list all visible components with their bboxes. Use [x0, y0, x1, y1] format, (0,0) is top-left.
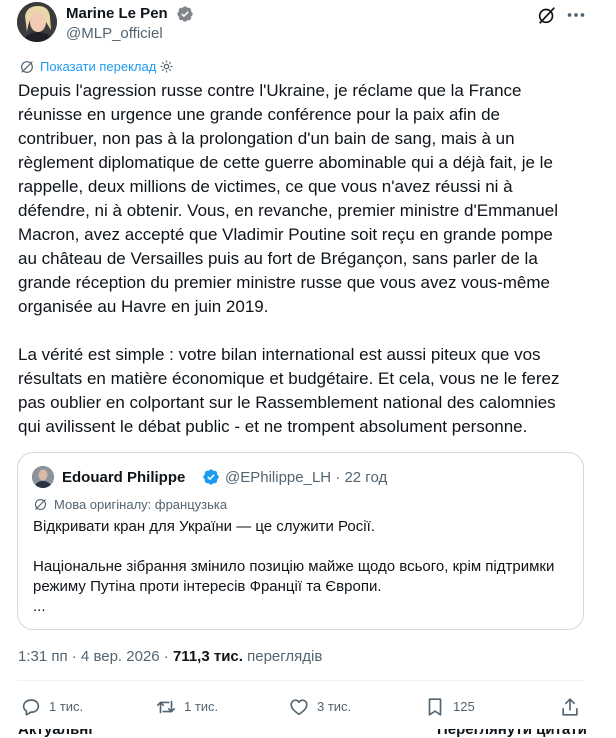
- tweet-time-date[interactable]: 1:31 пп · 4 вер. 2026 ·: [18, 648, 173, 665]
- tweet-meta: 1:31 пп · 4 вер. 2026 · 711,3 тис. перег…: [18, 648, 322, 666]
- repost-count: 1 тис.: [184, 699, 219, 714]
- globe-icon: [34, 498, 47, 511]
- author-avatar[interactable]: [17, 2, 57, 42]
- like-count: 3 тис.: [317, 699, 352, 714]
- quoted-ellipsis: ...: [33, 598, 46, 615]
- globe-icon: [21, 61, 33, 73]
- heart-icon: [290, 699, 308, 716]
- author-handle[interactable]: @MLP_officiel: [66, 25, 163, 43]
- relevant-sort-button[interactable]: Актуальні: [18, 729, 93, 738]
- tweet-line: grande réception du premier ministre rus…: [18, 273, 550, 292]
- views-label: переглядів: [242, 648, 323, 665]
- reply-count: 1 тис.: [49, 699, 84, 714]
- quoted-tweet[interactable]: Edouard Philippe @EPhilippe_LH · 22 год …: [17, 452, 584, 630]
- verified-badge-icon: [203, 469, 219, 485]
- grok-icon[interactable]: [536, 4, 558, 26]
- tweet-line: pas oublier en colportant sur le Rassemb…: [18, 393, 556, 412]
- bookmark-count: 125: [453, 699, 475, 714]
- action-bar: 1 тис. 1 тис. 3 тис. 125: [0, 694, 616, 722]
- tweet-line: défendre, ni à obtenir. Vous, en revanch…: [18, 201, 558, 220]
- tweet-line: La vérité est simple : votre bilan inter…: [18, 345, 541, 364]
- more-options-icon[interactable]: [565, 4, 587, 26]
- bookmark-icon: [428, 698, 442, 716]
- tweet-line: règlement diplomatique de cette guerre a…: [18, 153, 553, 172]
- repost-icon: [156, 700, 176, 714]
- tweet-line: qui avilissent le débat public - et ne t…: [18, 417, 528, 436]
- tweet-line: réunisse en urgence une grande conférenc…: [18, 105, 501, 124]
- show-translation-link[interactable]: Показати переклад: [40, 60, 156, 74]
- tweet-text: Depuis l'agression russe contre l'Ukrain…: [18, 79, 598, 439]
- tweet-line: contribuer, non pas à la prolongation d'…: [18, 129, 515, 148]
- divider: [17, 680, 584, 681]
- tweet-line: rappelle, deux millions de victimes, ce …: [18, 177, 513, 196]
- quoted-line: Відкривати кран для України — це служити…: [33, 518, 375, 535]
- gear-icon[interactable]: [159, 59, 174, 74]
- quoted-author-avatar: [32, 466, 54, 488]
- views-count: 711,3 тис.: [172, 648, 243, 665]
- tweet-line: Macron, avez accepté que Vladimir Poutin…: [18, 225, 553, 244]
- quoted-author-name: Edouard Philippe: [62, 469, 186, 486]
- verified-badge-icon: [177, 6, 193, 22]
- quoted-tweet-text: Відкривати кран для України — це служити…: [33, 517, 573, 617]
- tweet-line: résultats en matière économique et budgé…: [18, 369, 560, 388]
- view-quotes-link[interactable]: Переглянути цитати: [437, 729, 587, 738]
- tweet-header: Marine Le Pen @MLP_officiel: [17, 2, 607, 44]
- tweet-line: au château de Versailles puis au fort de…: [18, 249, 538, 268]
- quoted-handle-time: @EPhilippe_LH · 22 год: [225, 469, 388, 486]
- author-name[interactable]: Marine Le Pen: [66, 5, 168, 23]
- quoted-line: Національне зібрання змінило позицію май…: [33, 558, 555, 575]
- quoted-line: режиму Путіна проти інтересів Франції та…: [33, 578, 382, 595]
- tweet-line: organisée au Havre en juin 2019.: [18, 297, 269, 316]
- replies-bar: Актуальні Переглянути цитати: [0, 729, 616, 738]
- original-language-label: Мова оригіналу: французька: [54, 497, 228, 512]
- tweet-line: Depuis l'agression russe contre l'Ukrain…: [18, 81, 522, 100]
- share-icon: [562, 698, 578, 716]
- reply-icon: [22, 699, 40, 716]
